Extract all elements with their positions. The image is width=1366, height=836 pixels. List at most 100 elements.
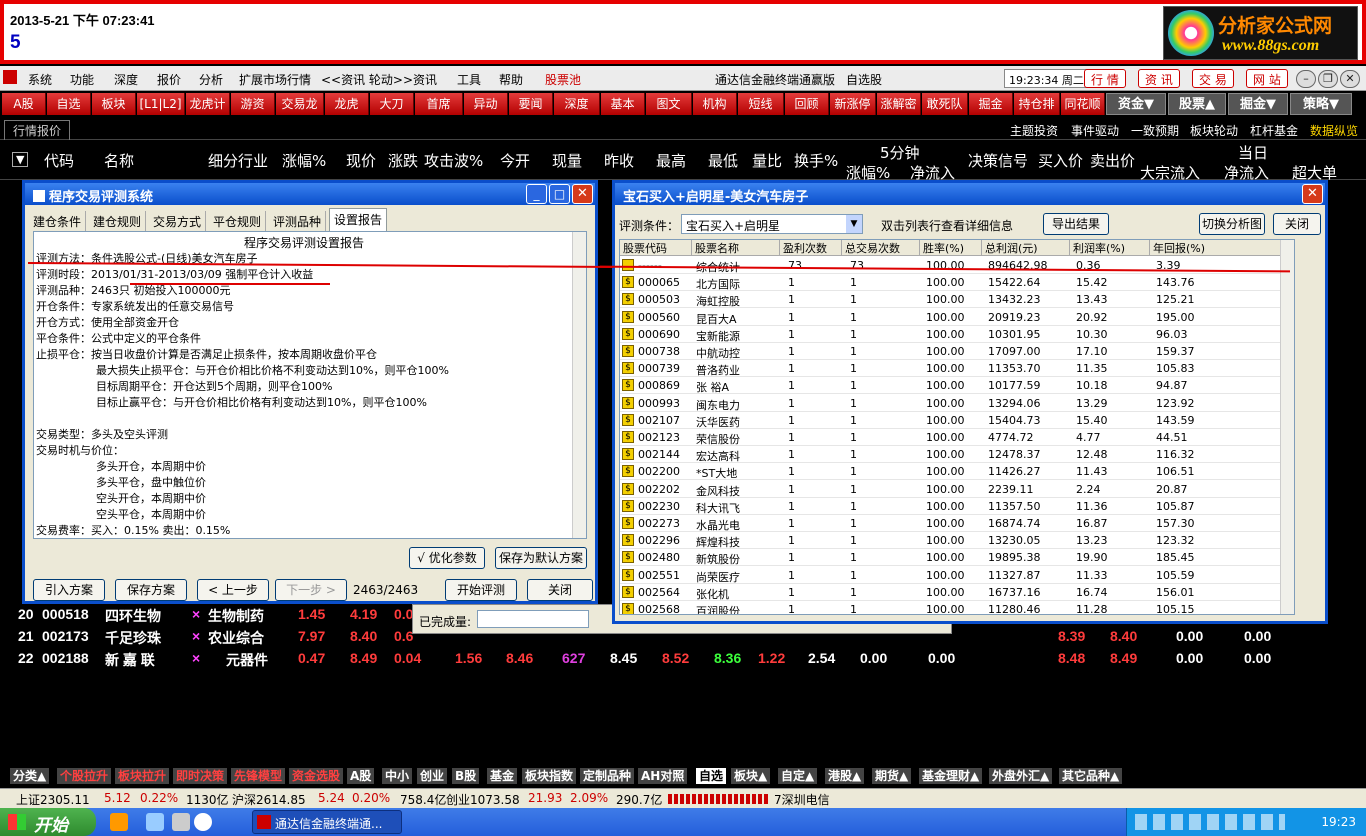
tab-entry-condition[interactable]: 建仓条件 <box>29 211 87 231</box>
quote-button[interactable]: 行 情 <box>1084 69 1126 88</box>
table-scrollbar[interactable] <box>1280 240 1294 614</box>
toolbar-watchlist[interactable]: 自选 <box>47 93 91 115</box>
optimize-params-button[interactable]: √ 优化参数 <box>409 547 485 569</box>
condition-select[interactable]: 宝石买入+启明星 ▼ <box>681 214 863 234</box>
result-row[interactable]: $002230 科大讯飞 1 1 100.00 11357.50 11.36 105.87 <box>620 498 1294 515</box>
sector-rotation-link[interactable]: 板块轮动 <box>1190 122 1238 139</box>
col-volume-ratio[interactable]: 量比 <box>752 150 782 171</box>
report-scrollbar[interactable] <box>572 232 586 538</box>
quicklaunch-icon[interactable] <box>146 813 164 831</box>
consensus-link[interactable]: 一致预期 <box>1131 122 1179 139</box>
header-winrate[interactable]: 胜率(%) <box>920 240 982 256</box>
strategy-dropdown[interactable]: 策略▼ <box>1290 93 1352 115</box>
close-button[interactable]: 关闭 <box>1273 213 1321 235</box>
category-tab[interactable]: 定制品种 <box>580 768 635 784</box>
category-tab[interactable]: 期货▲ <box>872 768 912 784</box>
category-tab[interactable]: 创业 <box>417 768 448 784</box>
minimize-icon[interactable]: – <box>1296 70 1316 88</box>
menu-stock-pool[interactable]: 股票池 <box>545 71 581 88</box>
menu-quote[interactable]: 报价 <box>157 71 181 88</box>
category-tab[interactable]: 板块▲ <box>731 768 771 784</box>
save-default-button[interactable]: 保存为默认方案 <box>495 547 587 569</box>
result-row[interactable]: $000690 宝新能源 1 1 100.00 10301.95 10.30 96.03 <box>620 326 1294 343</box>
category-tab[interactable]: 即时决策 <box>173 768 228 784</box>
result-row[interactable]: $002480 新筑股份 1 1 100.00 19895.38 19.90 185.45 <box>620 549 1294 567</box>
header-wins[interactable]: 盈利次数 <box>780 240 842 256</box>
category-tab[interactable]: 港股▲ <box>825 768 865 784</box>
dig-gold-dropdown[interactable]: 掘金▼ <box>1228 93 1288 115</box>
tab-entry-rules[interactable]: 建仓规则 <box>89 211 147 231</box>
toolbar-dragon-tiger[interactable]: 龙虎计 <box>186 93 230 115</box>
category-tab[interactable]: 外盘外汇▲ <box>989 768 1053 784</box>
toolbar-f10[interactable]: 图文F10 <box>646 93 692 133</box>
toolbar-sector[interactable]: 板块 <box>92 93 136 115</box>
toolbar-news[interactable]: 要闻 <box>509 93 553 115</box>
tab-quote-report[interactable]: 行情报价 <box>4 120 71 140</box>
menu-extended[interactable]: 扩展市场行情 <box>239 71 311 88</box>
category-tab[interactable]: AH对照 <box>638 768 688 784</box>
category-tab[interactable]: 资金选股 <box>289 768 344 784</box>
header-code[interactable]: 股票代码 <box>620 240 692 256</box>
col-high[interactable]: 最高 <box>656 150 686 171</box>
result-row[interactable]: $002144 宏达高科 1 1 100.00 12478.37 12.48 116.32 <box>620 446 1294 464</box>
tray-icons[interactable] <box>1135 814 1285 830</box>
toolbar-review[interactable]: 回顾 <box>785 93 829 115</box>
menu-help[interactable]: 帮助 <box>499 71 523 88</box>
toolbar-new-limit-up[interactable]: 新涨停 <box>830 93 876 115</box>
toolbar-holdings-rank[interactable]: 持仓排 <box>1014 93 1060 115</box>
quicklaunch-icon[interactable] <box>194 813 212 831</box>
header-name[interactable]: 股票名称 <box>692 240 780 256</box>
report-text-area[interactable]: 程序交易评测设置报告 评测方法：条件选股公式-(日线)美女汽车房子 评测时段：2… <box>33 231 587 539</box>
toolbar-longhu[interactable]: 龙虎 <box>325 93 369 115</box>
tab-settings-report[interactable]: 设置报告 <box>329 208 388 231</box>
funds-dropdown[interactable]: 资金▼ <box>1106 93 1166 115</box>
theme-investing-link[interactable]: 主题投资 <box>1010 122 1058 139</box>
col-attack-wave[interactable]: 攻击波% <box>424 150 483 171</box>
category-tab[interactable]: 个股拉升 <box>57 768 112 784</box>
col-bid[interactable]: 买入价 <box>1038 150 1083 171</box>
result-row[interactable]: $000993 闽东电力 1 1 100.00 13294.06 13.29 123.92 <box>620 395 1294 412</box>
col-signal[interactable]: 决策信号 <box>968 150 1028 171</box>
col-5min[interactable]: 5分钟 <box>880 142 920 163</box>
hs-index[interactable]: 沪深2614.85 <box>232 791 306 808</box>
menu-depth[interactable]: 深度 <box>114 71 138 88</box>
toolbar-a-shares[interactable]: A股 <box>2 93 46 115</box>
trade-button[interactable]: 交 易 <box>1192 69 1234 88</box>
col-prev-close[interactable]: 昨收 <box>604 150 634 171</box>
category-tab[interactable]: 板块拉升 <box>115 768 170 784</box>
info-button[interactable]: 资 讯 <box>1138 69 1180 88</box>
category-tab[interactable]: A股 <box>347 768 375 784</box>
menu-analysis[interactable]: 分析 <box>199 71 223 88</box>
result-row[interactable]: $002200 *ST大地 1 1 100.00 11426.27 11.43 106.51 <box>620 463 1294 481</box>
prev-step-button[interactable]: < 上一步 <box>197 579 269 601</box>
taskbar-app-button[interactable]: 通达信金融终端通... <box>252 810 402 834</box>
result-row[interactable]: $000739 普洛药业 1 1 100.00 11353.70 11.35 105.83 <box>620 360 1294 378</box>
switch-chart-button[interactable]: 切换分析图 <box>1199 213 1265 235</box>
category-tab[interactable]: B股 <box>452 768 480 784</box>
col-change-pct[interactable]: 涨幅% <box>282 150 326 171</box>
result-row[interactable]: $002107 沃华医药 1 1 100.00 15404.73 15.40 143.59 <box>620 412 1294 429</box>
toolbar-hot-money[interactable]: 游资 <box>231 93 275 115</box>
menu-tools[interactable]: 工具 <box>457 71 481 88</box>
menu-info-rotate[interactable]: <<资讯 轮动>> <box>321 71 413 88</box>
category-tab[interactable]: 基金理财▲ <box>919 768 983 784</box>
website-button[interactable]: 网 站 <box>1246 69 1288 88</box>
sh-index[interactable]: 上证2305.11 <box>16 791 90 808</box>
col-change[interactable]: 涨跌 <box>388 150 418 171</box>
category-tab[interactable]: 中小 <box>382 768 413 784</box>
restore-icon[interactable]: ❐ <box>1318 70 1338 88</box>
col-price[interactable]: 现价 <box>346 150 376 171</box>
col-ask[interactable]: 卖出价 <box>1090 150 1135 171</box>
result-row[interactable]: $002123 荣信股份 1 1 100.00 4774.72 4.77 44.51 <box>620 429 1294 446</box>
chevron-down-icon[interactable]: ▼ <box>846 215 862 233</box>
col-open[interactable]: 今开 <box>500 150 530 171</box>
result-row[interactable]: $002273 水晶光电 1 1 100.00 16874.74 16.87 157.30 <box>620 515 1294 532</box>
result-row[interactable]: $000560 昆百大A 1 1 100.00 20919.23 20.92 195.00 <box>620 309 1294 326</box>
toolbar-short-line[interactable]: 短线 <box>738 93 784 115</box>
result-row[interactable]: $002296 辉煌科技 1 1 100.00 13230.05 13.23 123.32 <box>620 532 1294 550</box>
toolbar-chief[interactable]: 首席 <box>415 93 463 115</box>
table-row[interactable]: 22 002188 新 嘉 联 × 元器件 0.47 8.49 0.04 1.5… <box>0 647 1366 669</box>
category-tab[interactable]: 分类▲ <box>10 768 50 784</box>
category-tab[interactable]: 自定▲ <box>778 768 818 784</box>
close-button[interactable]: 关闭 <box>527 579 593 601</box>
